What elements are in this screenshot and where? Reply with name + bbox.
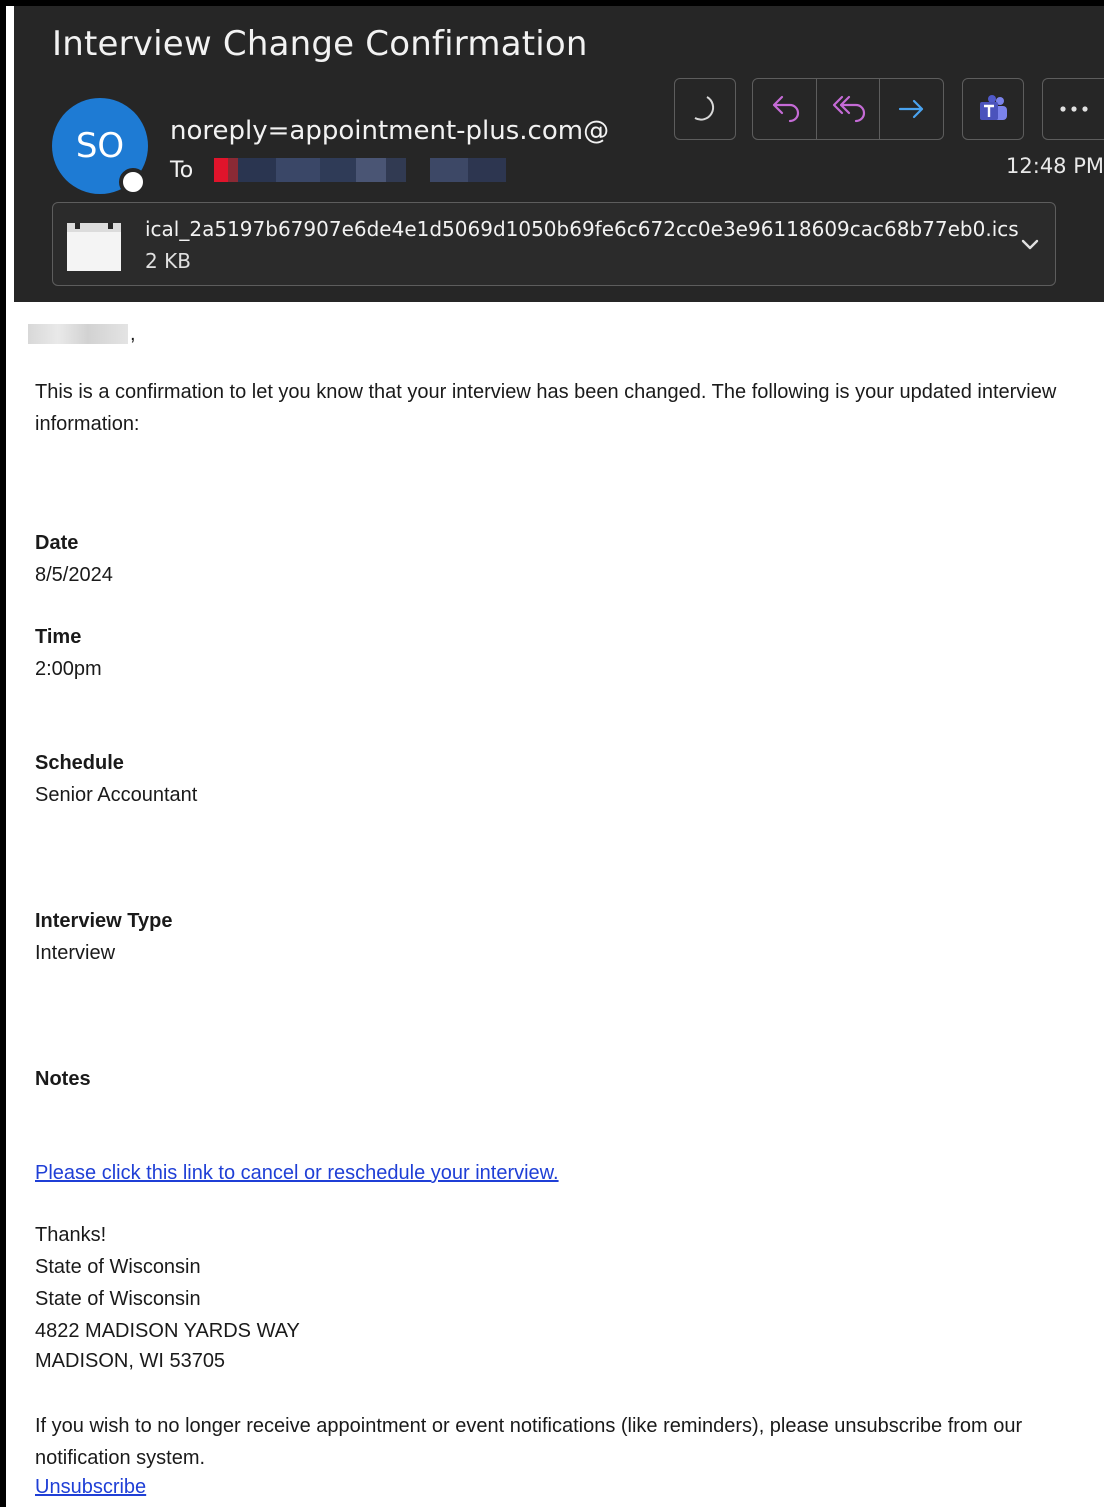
- schedule-value: Senior Accountant: [35, 784, 198, 806]
- email-subject: Interview Change Confirmation: [52, 24, 588, 64]
- time-label: Time: [35, 626, 82, 648]
- notes-label: Notes: [35, 1068, 91, 1090]
- signoff-org: State of Wisconsin: [35, 1256, 201, 1278]
- recipient-name-redacted: [28, 324, 128, 344]
- message-body: , This is a confirmation to let you know…: [14, 302, 1104, 1507]
- interview-type-label: Interview Type: [35, 910, 173, 932]
- reply-all-icon: [832, 95, 866, 123]
- message-header: Interview Change Confirmation SO noreply…: [14, 6, 1104, 302]
- schedule-label: Schedule: [35, 752, 124, 774]
- reschedule-link[interactable]: Please click this link to cancel or resc…: [35, 1162, 559, 1185]
- time-value: 2:00pm: [35, 658, 102, 680]
- more-actions-button[interactable]: [1042, 78, 1104, 140]
- received-time: 12:48 PM: [1006, 154, 1104, 178]
- presence-indicator: [119, 168, 147, 196]
- signoff-thanks: Thanks!: [35, 1224, 107, 1246]
- reply-button[interactable]: [753, 79, 817, 139]
- calendar-file-icon: [67, 223, 121, 271]
- signoff-org-2: State of Wisconsin: [35, 1288, 201, 1310]
- attachment-card[interactable]: ical_2a5197b67907e6de4e1d5069d1050b69fe6…: [52, 202, 1056, 286]
- forward-button[interactable]: [880, 79, 943, 139]
- date-label: Date: [35, 532, 79, 554]
- teams-button[interactable]: [962, 78, 1024, 140]
- attachment-filename: ical_2a5197b67907e6de4e1d5069d1050b69fe6…: [145, 217, 1019, 241]
- greeting-comma: ,: [130, 323, 136, 345]
- unsubscribe-link[interactable]: Unsubscribe: [35, 1476, 146, 1499]
- focus-mode-button[interactable]: [674, 78, 736, 140]
- greeting: ,: [28, 324, 136, 344]
- teams-icon: [980, 95, 1007, 120]
- forward-icon: [898, 99, 923, 119]
- sender-address[interactable]: noreply=appointment-plus.com@: [170, 116, 609, 146]
- reply-actions-group: [752, 78, 944, 140]
- unsubscribe-paragraph: If you wish to no longer receive appoint…: [35, 1415, 1023, 1469]
- reply-all-button[interactable]: [817, 79, 881, 139]
- moon-icon: [694, 96, 715, 121]
- date-value: 8/5/2024: [35, 564, 113, 586]
- attachment-size: 2 KB: [145, 249, 191, 273]
- reply-icon: [773, 95, 800, 123]
- to-label: To: [170, 158, 194, 183]
- signoff-address: 4822 MADISON YARDS WAY: [35, 1320, 300, 1342]
- intro-paragraph: This is a confirmation to let you know t…: [35, 381, 1057, 435]
- interview-type-value: Interview: [35, 942, 116, 964]
- recipient-redacted: [214, 158, 506, 182]
- avatar-initials: SO: [75, 126, 125, 166]
- chevron-down-icon[interactable]: [1019, 233, 1041, 255]
- signoff-city: MADISON, WI 53705: [35, 1350, 226, 1372]
- more-icon: [1059, 106, 1088, 112]
